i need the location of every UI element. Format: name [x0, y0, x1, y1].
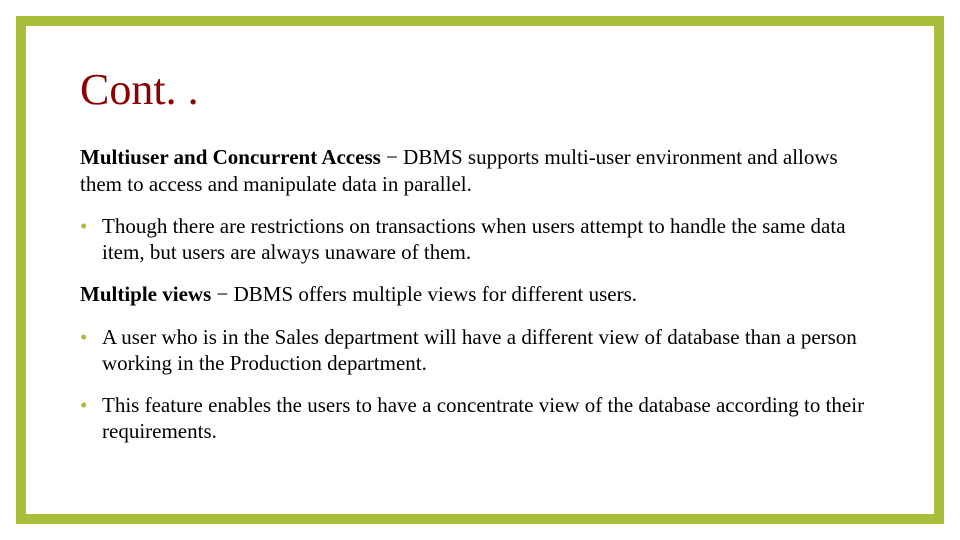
- section-2-bullets: A user who is in the Sales department wi…: [80, 324, 880, 445]
- section-2-heading: Multiple views: [80, 282, 211, 306]
- section-1-intro: Multiuser and Concurrent Access − DBMS s…: [80, 144, 880, 197]
- list-item: Though there are restrictions on transac…: [80, 213, 880, 266]
- bullet-text: A user who is in the Sales department wi…: [102, 325, 857, 375]
- section-1-bullets: Though there are restrictions on transac…: [80, 213, 880, 266]
- section-1-heading: Multiuser and Concurrent Access: [80, 145, 381, 169]
- slide-title: Cont. .: [80, 66, 880, 114]
- section-2-intro-text: − DBMS offers multiple views for differe…: [211, 282, 637, 306]
- slide-frame: Cont. . Multiuser and Concurrent Access …: [16, 16, 944, 524]
- bullet-text: This feature enables the users to have a…: [102, 393, 864, 443]
- section-2-intro: Multiple views − DBMS offers multiple vi…: [80, 281, 880, 307]
- list-item: This feature enables the users to have a…: [80, 392, 880, 445]
- bullet-text: Though there are restrictions on transac…: [102, 214, 846, 264]
- list-item: A user who is in the Sales department wi…: [80, 324, 880, 377]
